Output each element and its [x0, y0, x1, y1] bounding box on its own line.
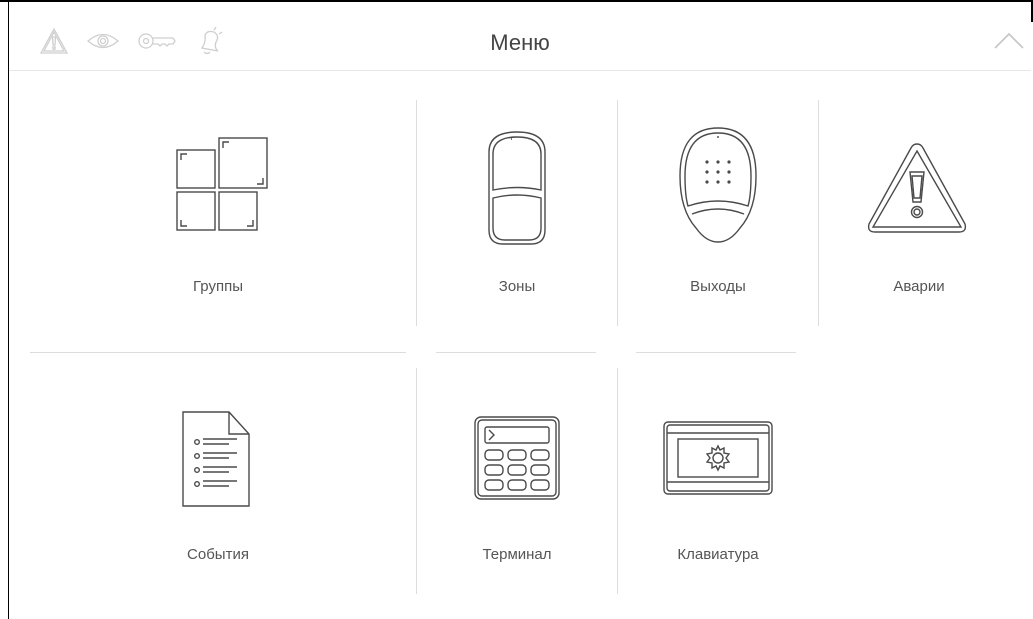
menu-item-terminal[interactable]: Терминал	[417, 368, 617, 598]
menu-item-label: Группы	[193, 278, 243, 295]
separator	[636, 352, 796, 353]
menu-item-label: Терминал	[482, 546, 552, 563]
menu-item-zones[interactable]: Зоны	[417, 100, 617, 330]
outputs-icon	[679, 127, 757, 243]
zones-icon	[488, 131, 546, 245]
page-title: Меню	[490, 30, 550, 55]
events-icon	[182, 411, 250, 507]
menu-item-partitions[interactable]: Группы	[30, 100, 406, 330]
separator	[30, 352, 406, 353]
menu-item-outputs[interactable]: Выходы	[618, 100, 818, 330]
app-window: Меню Группы Зоны Выходы Аварии События Т…	[0, 0, 1033, 619]
menu-item-label: Зоны	[498, 278, 536, 295]
troubles-icon	[867, 143, 967, 233]
menu-item-label: Клавиатура	[677, 546, 759, 563]
menu-item-troubles[interactable]: Аварии	[819, 100, 1019, 330]
keypad-icon	[663, 421, 773, 495]
menu-item-keypad[interactable]: Клавиатура	[618, 368, 818, 598]
chevron-up-icon[interactable]	[991, 28, 1027, 54]
window-left-border	[8, 0, 9, 619]
menu-item-label: Аварии	[893, 278, 945, 295]
menu-item-label: Выходы	[690, 278, 746, 295]
menu-item-events[interactable]: События	[30, 368, 406, 598]
header-bar: Меню	[9, 2, 1031, 71]
terminal-icon	[474, 416, 560, 500]
partitions-icon	[176, 137, 268, 231]
separator	[436, 352, 596, 353]
menu-item-label: События	[187, 546, 249, 563]
